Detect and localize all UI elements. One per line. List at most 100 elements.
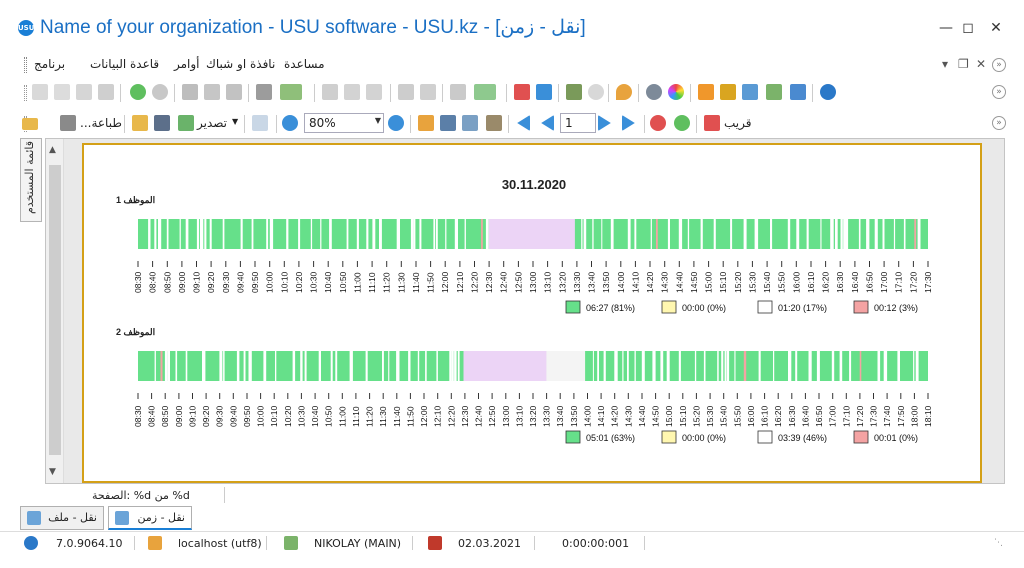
color-wheel-icon[interactable] [668, 84, 684, 100]
minimize-button[interactable]: — [936, 18, 956, 38]
flag-icon[interactable] [256, 84, 272, 100]
close-window-icon[interactable] [536, 84, 552, 100]
save-record-icon[interactable] [98, 84, 114, 100]
group-icon[interactable] [398, 84, 414, 100]
columns-icon[interactable] [322, 84, 338, 100]
vertical-scrollbar[interactable]: ▲ ▼ [46, 139, 64, 483]
hierarchy-icon[interactable] [418, 115, 434, 131]
lock-icon[interactable] [720, 84, 736, 100]
inactive-gap [839, 351, 843, 381]
edit-report-icon[interactable] [486, 115, 502, 131]
pen-icon[interactable] [790, 84, 806, 100]
export-dropdown-icon[interactable]: ▼ [232, 117, 238, 126]
tab-transport-time[interactable]: نقل - زمن [108, 506, 192, 530]
exit-icon[interactable] [566, 84, 582, 100]
mdi-minimize-icon[interactable]: ▾ [942, 57, 948, 71]
toolbar-options-icon[interactable]: » [992, 85, 1006, 99]
page-indicator: الصفحة: %d من %d [92, 489, 190, 502]
menu-database[interactable]: قاعدة البيانات [90, 57, 159, 71]
export-button-label[interactable]: تصدير [197, 116, 227, 130]
page-setup-icon[interactable] [440, 115, 456, 131]
note-icon[interactable] [420, 84, 436, 100]
folder-icon[interactable] [22, 118, 38, 130]
tab-transport-file[interactable]: نقل - ملف [20, 506, 104, 530]
layout-icon[interactable] [462, 115, 478, 131]
users-icon[interactable] [766, 84, 782, 100]
tick-label: 13:00 [528, 271, 538, 293]
mdi-close-icon[interactable]: ✕ [976, 57, 986, 71]
close-window-button[interactable]: ✕ [986, 18, 1006, 38]
menu-commands[interactable]: أوامر [174, 57, 200, 71]
maximize-button[interactable]: ◻ [958, 18, 978, 38]
page-number-input[interactable]: 1 [560, 113, 596, 133]
tick-label: 17:20 [908, 271, 918, 293]
tick-label: 09:50 [242, 405, 252, 427]
refresh-icon[interactable] [130, 84, 146, 100]
settings-gear-icon[interactable] [646, 84, 662, 100]
close-x-icon[interactable] [704, 115, 720, 131]
menu-program[interactable]: برنامج [34, 57, 65, 71]
copy-icon[interactable] [54, 84, 70, 100]
new-window-icon[interactable] [514, 84, 530, 100]
zoom-select[interactable]: 80% ▼ [304, 113, 384, 133]
stop-icon[interactable] [650, 115, 666, 131]
scroll-up-icon[interactable]: ▲ [49, 145, 56, 155]
scroll-down-icon[interactable]: ▼ [49, 467, 56, 477]
edit-icon[interactable] [76, 84, 92, 100]
tick-label: 11:00 [352, 272, 362, 293]
save-disk-icon[interactable] [154, 115, 170, 131]
menu-help[interactable]: مساعدة [284, 57, 325, 71]
menu-window[interactable]: نافذة او شباك [206, 57, 275, 71]
tick-label: 16:20 [821, 271, 831, 293]
delete-record-icon[interactable] [32, 84, 48, 100]
first-page-icon[interactable] [517, 115, 530, 131]
report-icon[interactable] [450, 84, 466, 100]
forward-icon[interactable] [588, 84, 604, 100]
inactive-gap [158, 219, 162, 249]
inactive-gap [454, 219, 458, 249]
zoom-in-icon[interactable] [282, 115, 298, 131]
printer-icon[interactable] [60, 115, 76, 131]
legend-swatch [853, 300, 869, 314]
export-excel-icon[interactable] [178, 115, 194, 131]
tick-label: 13:30 [542, 405, 552, 427]
chevron-down-icon[interactable]: ▼ [375, 116, 381, 125]
page-preview-icon[interactable] [252, 115, 268, 131]
inactive-gap [425, 351, 427, 381]
mdi-restore-icon[interactable]: ❐ [958, 57, 969, 71]
excel-export-icon[interactable] [474, 84, 496, 100]
search-icon[interactable] [152, 84, 168, 100]
location-pin-icon[interactable] [616, 84, 632, 100]
filter-icon[interactable] [182, 84, 198, 100]
user-menu-side-tab[interactable]: قائمة المستخدم [20, 138, 42, 222]
zoom-out-icon[interactable] [388, 115, 404, 131]
reload-icon[interactable] [674, 115, 690, 131]
collapse-icon[interactable] [344, 84, 360, 100]
tick-label: 09:10 [192, 271, 202, 293]
warning-gap [743, 351, 747, 381]
info-icon[interactable] [820, 84, 836, 100]
report-viewport[interactable]: ▲ ▼ 30.11.2020 الموظف 1 الموظف 2 08:30 08… [45, 138, 1005, 484]
menu-grip-handle[interactable] [24, 57, 27, 73]
next-page-icon[interactable] [598, 115, 611, 131]
close-button-label[interactable]: قريب [724, 116, 751, 130]
legend-swatch [565, 300, 581, 314]
scrollbar-thumb[interactable] [49, 165, 61, 455]
expand-icon[interactable] [366, 84, 382, 100]
print-button-label[interactable]: طباعة... [80, 116, 122, 130]
user-icon [284, 536, 298, 550]
user-key-icon[interactable] [742, 84, 758, 100]
filter-clear-icon[interactable] [226, 84, 242, 100]
toolbar-separator [690, 84, 691, 102]
toolbar-grip-handle[interactable] [24, 85, 27, 101]
rss-icon[interactable] [698, 84, 714, 100]
previous-page-icon[interactable] [541, 115, 554, 131]
open-folder-icon[interactable] [132, 115, 148, 131]
toolbar2-options-icon[interactable]: » [992, 116, 1006, 130]
filter-add-icon[interactable] [204, 84, 220, 100]
menu-options-icon[interactable]: » [992, 58, 1006, 72]
last-page-icon[interactable] [622, 115, 635, 131]
image-icon[interactable] [280, 84, 302, 100]
legend-label: 05:01 (63%) [586, 433, 635, 443]
resize-grip-icon[interactable]: ⋱ [994, 538, 1006, 550]
